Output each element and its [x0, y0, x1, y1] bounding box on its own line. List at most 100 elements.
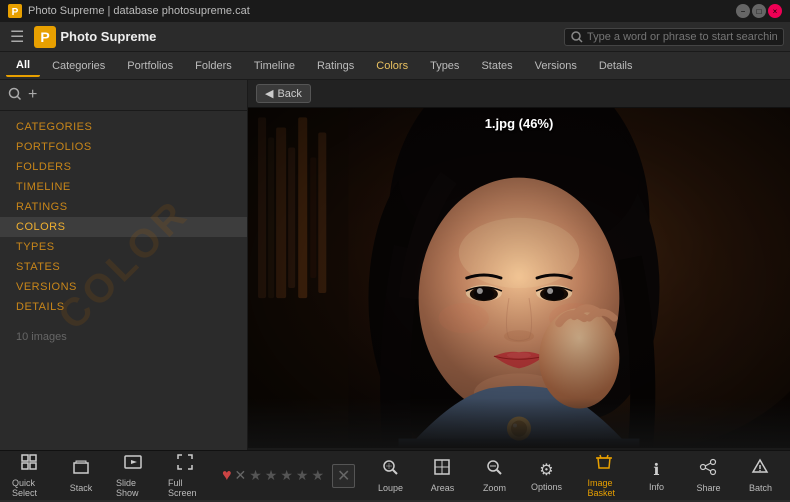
info-icon: ℹ	[653, 460, 659, 480]
image-basket-button[interactable]: Image Basket	[579, 449, 629, 502]
sidebar-item-timeline[interactable]: TIMELINE	[0, 177, 247, 197]
tab-folders[interactable]: Folders	[185, 56, 242, 76]
search-input[interactable]	[587, 31, 777, 43]
sidebar-header: +	[0, 80, 247, 111]
app-name: Photo Supreme	[60, 29, 156, 44]
image-basket-icon	[595, 453, 613, 476]
zoom-label: Zoom	[483, 483, 506, 493]
search-bar[interactable]	[564, 28, 784, 46]
back-label: Back	[277, 88, 301, 100]
sidebar-item-versions[interactable]: VERSIONS	[0, 277, 247, 297]
areas-icon	[433, 458, 451, 481]
tab-all[interactable]: All	[6, 55, 40, 77]
app-logo: P Photo Supreme	[34, 26, 156, 48]
app-icon: P	[8, 4, 22, 18]
info-label: Info	[649, 482, 664, 492]
slideshow-button[interactable]: Slide Show	[108, 449, 158, 502]
preview-header: ◀ Back	[248, 80, 790, 108]
search-icon	[571, 31, 583, 43]
title-left: P Photo Supreme | database photosupreme.…	[8, 4, 250, 18]
share-icon	[699, 458, 717, 481]
quick-select-icon	[20, 453, 38, 476]
tab-ratings[interactable]: Ratings	[307, 56, 364, 76]
options-button[interactable]: ⚙ Options	[521, 456, 571, 496]
titlebar: P Photo Supreme | database photosupreme.…	[0, 0, 790, 22]
photo-title: 1.jpg (46%)	[485, 116, 554, 131]
options-label: Options	[531, 482, 562, 492]
minimize-button[interactable]: −	[736, 4, 750, 18]
areas-label: Areas	[431, 483, 455, 493]
maximize-button[interactable]: □	[752, 4, 766, 18]
share-button[interactable]: Share	[683, 454, 733, 497]
stack-icon	[72, 458, 90, 481]
nav-tabs: All Categories Portfolios Folders Timeli…	[0, 52, 790, 80]
star-5[interactable]: ★	[311, 467, 324, 484]
sidebar-search-icon[interactable]	[8, 87, 22, 104]
sidebar-items: CATEGORIES PORTFOLIOS FOLDERS TIMELINE R…	[0, 111, 247, 323]
tab-colors[interactable]: Colors	[366, 56, 418, 76]
areas-button[interactable]: Areas	[417, 454, 467, 497]
fullscreen-icon	[176, 453, 194, 476]
options-icon: ⚙	[539, 460, 553, 480]
sidebar-item-categories[interactable]: CATEGORIES	[0, 117, 247, 137]
menu-icon[interactable]: ☰	[6, 23, 28, 51]
tab-types[interactable]: Types	[420, 56, 469, 76]
svg-text:P: P	[41, 29, 50, 45]
bottom-toolbar: Quick Select Stack Slide Show	[0, 450, 790, 500]
tab-portfolios[interactable]: Portfolios	[117, 56, 183, 76]
loupe-button[interactable]: Loupe	[365, 454, 415, 497]
batch-label: Batch	[749, 483, 772, 493]
sidebar-item-folders[interactable]: FOLDERS	[0, 157, 247, 177]
zoom-button[interactable]: Zoom	[469, 454, 519, 497]
image-count: 10 images	[0, 323, 247, 351]
svg-text:P: P	[12, 7, 19, 18]
tab-versions[interactable]: Versions	[525, 56, 587, 76]
quick-select-button[interactable]: Quick Select	[4, 449, 54, 502]
batch-button[interactable]: Batch	[735, 454, 785, 497]
sidebar-item-states[interactable]: STATES	[0, 257, 247, 277]
sidebar-add-icon[interactable]: +	[28, 86, 37, 104]
preview-image-container: 1.jpg (46%)	[248, 108, 790, 448]
sidebar-item-portfolios[interactable]: PORTFOLIOS	[0, 137, 247, 157]
slideshow-label: Slide Show	[116, 478, 150, 498]
star-2[interactable]: ★	[265, 467, 278, 484]
sidebar-item-details[interactable]: DETAILS	[0, 297, 247, 317]
x-icon[interactable]: ✕	[235, 467, 247, 484]
slideshow-icon	[124, 453, 142, 476]
back-arrow-icon: ◀	[265, 87, 273, 100]
delete-icon[interactable]: ✕	[332, 464, 355, 488]
window-title: Photo Supreme | database photosupreme.ca…	[28, 5, 250, 17]
window-controls: − □ ×	[736, 4, 782, 18]
share-label: Share	[696, 483, 720, 493]
preview-panel: ◀ Back 1.jpg (46%)	[248, 80, 790, 450]
sidebar-item-colors[interactable]: COLORS	[0, 217, 247, 237]
stack-button[interactable]: Stack	[56, 454, 106, 497]
logo-icon: P	[34, 26, 56, 48]
image-basket-label: Image Basket	[587, 478, 621, 498]
loupe-label: Loupe	[378, 483, 403, 493]
loupe-icon	[381, 458, 399, 481]
portrait-photo	[248, 108, 790, 448]
star-1[interactable]: ★	[249, 467, 262, 484]
star-3[interactable]: ★	[280, 467, 293, 484]
main-content: + CoLOR CATEGORIES PORTFOLIOS FOLDERS TI…	[0, 80, 790, 450]
batch-icon	[751, 458, 769, 481]
rating-group: ♥ ✕ ★ ★ ★ ★ ★	[218, 467, 328, 485]
info-button[interactable]: ℹ Info	[631, 456, 681, 496]
quick-select-label: Quick Select	[12, 478, 46, 498]
star-4[interactable]: ★	[296, 467, 309, 484]
tab-states[interactable]: States	[471, 56, 522, 76]
tab-timeline[interactable]: Timeline	[244, 56, 305, 76]
fullscreen-button[interactable]: Full Screen	[160, 449, 210, 502]
back-button[interactable]: ◀ Back	[256, 84, 311, 103]
heart-icon[interactable]: ♥	[222, 467, 232, 485]
sidebar: + CoLOR CATEGORIES PORTFOLIOS FOLDERS TI…	[0, 80, 248, 450]
sidebar-item-ratings[interactable]: RATINGS	[0, 197, 247, 217]
sidebar-item-types[interactable]: TYPES	[0, 237, 247, 257]
close-button[interactable]: ×	[768, 4, 782, 18]
fullscreen-label: Full Screen	[168, 478, 202, 498]
tab-details[interactable]: Details	[589, 56, 643, 76]
zoom-icon	[485, 458, 503, 481]
tab-categories[interactable]: Categories	[42, 56, 115, 76]
delete-group: ✕	[330, 464, 357, 488]
